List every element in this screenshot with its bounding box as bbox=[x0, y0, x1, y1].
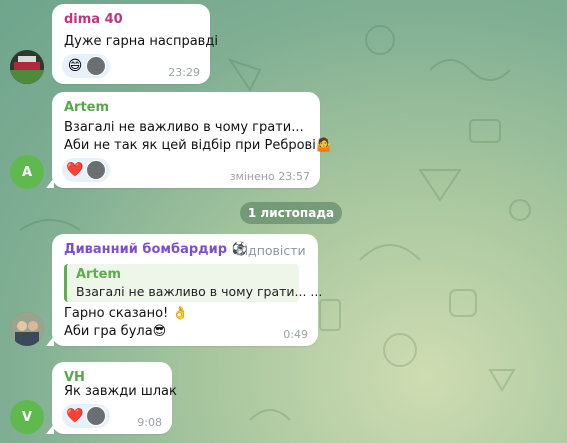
heart-reaction-icon: ❤️ bbox=[66, 162, 84, 178]
message-text-line: Аби не так як цей відбір при Реброві🤷 bbox=[64, 138, 333, 153]
reaction-emoji: 😄 bbox=[67, 58, 83, 74]
sender-name[interactable]: Диванний бомбардир ⚽ bbox=[64, 242, 248, 257]
reactor-avatar bbox=[86, 56, 106, 76]
bubble-tail bbox=[46, 424, 54, 434]
avatar[interactable] bbox=[10, 312, 44, 346]
shrug-emoji: 🤷 bbox=[315, 138, 333, 153]
stadium-photo-avatar-icon bbox=[10, 50, 44, 84]
message-text-line: Аби гра була😎 bbox=[64, 324, 167, 339]
message-bubble[interactable]: VH Як завжди шлак ❤️ 9:08 bbox=[46, 362, 177, 434]
reply-link[interactable]: Відповісти bbox=[236, 243, 306, 258]
message-bubble[interactable]: Artem Взагалі не важливо в чому грати...… bbox=[46, 92, 332, 188]
reaction-chip[interactable]: ❤️ bbox=[62, 404, 110, 428]
message-text-line: Взагалі не важливо в чому грати... bbox=[64, 120, 304, 135]
bubble-tail bbox=[46, 336, 54, 346]
avatar-letter: A bbox=[21, 164, 33, 180]
message-text: Як завжди шлак bbox=[64, 384, 177, 399]
avatar[interactable]: V bbox=[10, 400, 44, 434]
ok-hand-emoji: 👌 bbox=[172, 306, 189, 321]
sunglasses-emoji: 😎 bbox=[152, 324, 167, 339]
sender-name[interactable]: Artem bbox=[64, 100, 109, 115]
sender-name[interactable]: dima 40 bbox=[64, 12, 123, 27]
quoted-sender: Artem bbox=[76, 267, 122, 282]
avatar-letter: V bbox=[21, 409, 33, 425]
avatar[interactable]: A bbox=[10, 155, 44, 189]
message-text-line: Гарно сказано! 👌 bbox=[64, 306, 189, 321]
date-separator: 1 листопада bbox=[240, 202, 342, 224]
quoted-reply[interactable]: Artem Взагалі не важливо в чому грати...… bbox=[64, 264, 322, 302]
message-time: 0:49 bbox=[283, 328, 308, 341]
message-time: 23:29 bbox=[168, 66, 200, 79]
message-time: змінено 23:57 bbox=[229, 170, 310, 183]
reactor-avatar bbox=[86, 406, 106, 426]
reaction-chip[interactable]: ❤️ bbox=[62, 158, 110, 182]
reaction-chip[interactable]: 😄 bbox=[62, 54, 110, 78]
message-time: 9:08 bbox=[137, 416, 162, 429]
message-bubble[interactable]: dima 40 Дуже гарна насправді 😄 23:29 bbox=[52, 4, 218, 84]
quoted-text: Взагалі не важливо в чому грати... ... bbox=[76, 284, 323, 299]
bubble-tail bbox=[46, 178, 54, 188]
message-text: Дуже гарна насправді bbox=[64, 34, 218, 49]
heart-reaction-icon: ❤️ bbox=[66, 408, 84, 424]
avatar[interactable] bbox=[10, 50, 44, 84]
people-photo-avatar-icon bbox=[10, 312, 44, 346]
message-bubble[interactable]: Диванний бомбардир ⚽ Відповісти Artem Вз… bbox=[46, 234, 322, 346]
reactor-avatar bbox=[86, 160, 106, 180]
